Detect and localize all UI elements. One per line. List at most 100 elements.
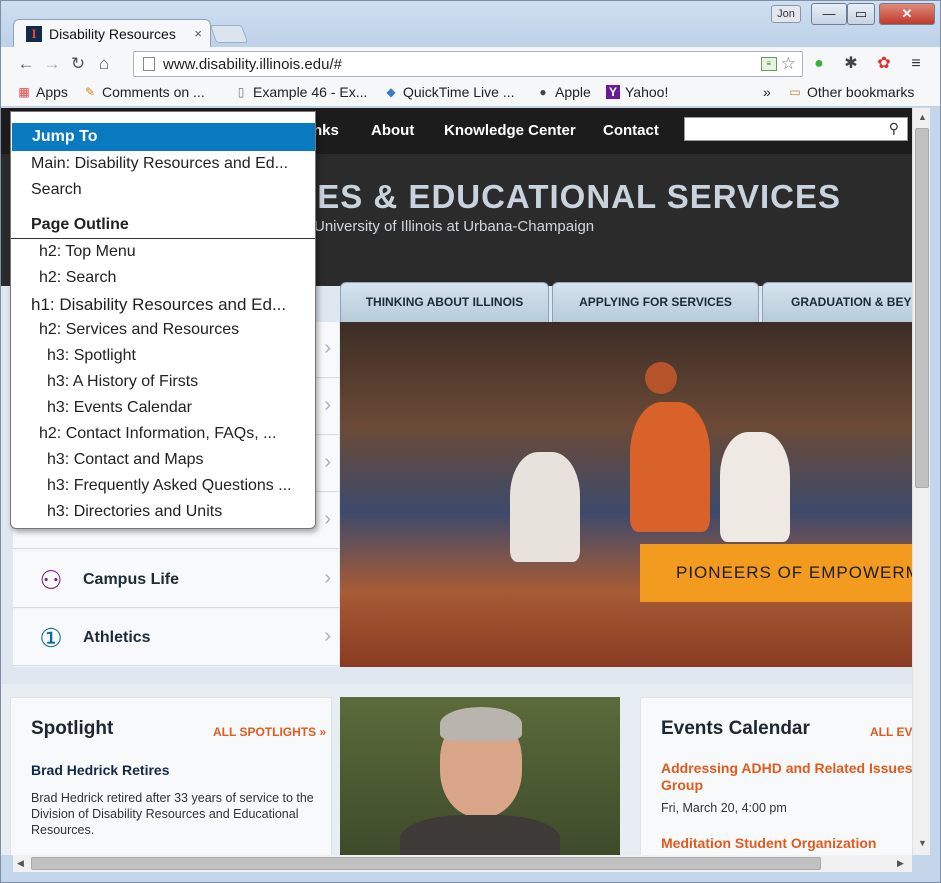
tab-applying-for-services[interactable]: APPLYING FOR SERVICES <box>552 282 759 322</box>
folder-icon: ▭ <box>789 85 801 99</box>
tab-thinking-about-illinois[interactable]: THINKING ABOUT ILLINOIS <box>340 282 549 322</box>
address-bar[interactable]: www.disability.illinois.edu/# ≡ ☆ <box>133 51 803 77</box>
bookmark-label: Yahoo! <box>625 84 669 100</box>
all-events-link[interactable]: ALL EV <box>870 725 912 739</box>
chevron-right-icon: › <box>324 567 331 589</box>
search-icon[interactable]: ⚲ <box>889 120 899 137</box>
reload-icon[interactable]: ↻ <box>65 54 91 74</box>
outline-item[interactable]: h2: Services and Resources <box>39 321 239 339</box>
extension-balloon-icon[interactable]: ● <box>809 54 829 74</box>
apps-grid-icon: ▦ <box>18 85 30 99</box>
event-title-link[interactable]: Meditation Student Organization <box>661 835 912 852</box>
scroll-down-icon[interactable]: ▼ <box>918 838 927 848</box>
event-title-link[interactable]: Addressing ADHD and Related Issues Group <box>661 760 912 794</box>
nav-about[interactable]: About <box>371 122 414 139</box>
bookmarks-overflow[interactable]: » <box>763 84 771 100</box>
bookmarks-bar: ▦ Apps ✎ Comments on ... ▯ Example 46 - Ex.… <box>1 81 940 107</box>
page-icon: ▯ <box>237 85 245 99</box>
bookmark-label: Comments on ... <box>102 84 205 100</box>
outline-item[interactable]: h3: Frequently Asked Questions ... <box>47 477 292 495</box>
bookmark-star-icon[interactable]: ☆ <box>781 54 796 74</box>
jump-main-item[interactable]: Main: Disability Resources and Ed... <box>31 155 288 173</box>
page-icon <box>143 57 155 71</box>
hero-tabs: THINKING ABOUT ILLINOIS APPLYING FOR SER… <box>340 282 912 322</box>
bookmark-label: Apple <box>555 84 591 100</box>
portrait-hair <box>440 707 522 741</box>
hero-banner[interactable]: PIONEERS OF EMPOWERM <box>640 544 912 602</box>
outline-item[interactable]: h3: Directories and Units <box>47 503 222 521</box>
nav-knowledge-center[interactable]: Knowledge Center <box>444 122 576 139</box>
forward-arrow-icon[interactable]: → <box>39 54 65 74</box>
close-window-button[interactable]: ✕ <box>879 3 935 25</box>
portrait-suit <box>400 815 560 855</box>
extension-bug-icon[interactable]: ✱ <box>841 54 861 74</box>
user-profile-button[interactable]: Jon <box>771 5 801 23</box>
player <box>510 452 580 562</box>
menu-hamburger-icon[interactable]: ≡ <box>906 54 926 74</box>
minimize-button[interactable]: — <box>811 3 847 25</box>
outline-item[interactable]: h2: Search <box>39 269 116 287</box>
events-card: Events Calendar ALL EV Addressing ADHD a… <box>640 697 912 855</box>
maximize-button[interactable]: ▭ <box>847 3 875 25</box>
outline-item[interactable]: h3: A History of Firsts <box>47 373 198 391</box>
jump-to-header[interactable]: Jump To <box>12 123 315 151</box>
back-arrow-icon[interactable]: ← <box>13 54 39 74</box>
horizontal-scrollbar[interactable]: ◀ ▶ <box>13 855 912 872</box>
sidebar-item-label: Athletics <box>83 629 151 646</box>
sidebar-item-campus-life[interactable]: ⚇ Campus Life › <box>13 552 339 608</box>
url-text: www.disability.illinois.edu/# <box>163 55 342 73</box>
outline-item[interactable]: h2: Top Menu <box>39 243 136 261</box>
vertical-scroll-thumb[interactable] <box>915 128 929 488</box>
bookmark-apple[interactable]: ● Apple <box>536 84 591 100</box>
browser-tab[interactable]: I Disability Resources × <box>13 19 211 47</box>
scroll-left-icon[interactable]: ◀ <box>17 858 24 869</box>
jump-search-item[interactable]: Search <box>31 181 82 199</box>
outline-item[interactable]: h2: Contact Information, FAQs, ... <box>39 425 276 443</box>
chevron-right-icon: › <box>324 625 331 647</box>
chevron-right-icon: › <box>324 508 331 530</box>
bookmark-yahoo[interactable]: Y Yahoo! <box>606 84 668 100</box>
tab-title: Disability Resources <box>49 25 176 42</box>
sidebar-item-athletics[interactable]: ① Athletics › <box>13 610 339 666</box>
bookmark-apps[interactable]: ▦ Apps <box>17 84 68 100</box>
events-heading: Events Calendar <box>661 718 810 739</box>
bookmark-comments[interactable]: ✎ Comments on ... <box>83 84 205 100</box>
tab-graduation[interactable]: GRADUATION & BEY <box>762 282 912 322</box>
bookmark-label: QuickTime Live ... <box>403 84 515 100</box>
site-search-input[interactable]: ⚲ <box>684 117 908 141</box>
scroll-right-icon[interactable]: ▶ <box>897 858 904 869</box>
new-tab-button[interactable] <box>209 25 249 43</box>
rss-icon[interactable]: ≡ <box>760 57 777 71</box>
event-date: Fri, March 20, 4:00 pm <box>661 801 787 815</box>
spotlight-heading: Spotlight <box>31 718 114 739</box>
page-outline-header: Page Outline <box>31 216 129 233</box>
extension-color-icon[interactable]: ✿ <box>874 54 894 74</box>
outline-item[interactable]: h1: Disability Resources and Ed... <box>31 295 286 315</box>
spotlight-headline-link[interactable]: Brad Hedrick Retires <box>31 762 170 778</box>
tab-close-icon[interactable]: × <box>194 26 202 41</box>
divider <box>11 238 315 239</box>
yahoo-icon: Y <box>606 85 620 99</box>
jump-to-popup: Jump To Main: Disability Resources and E… <box>10 111 316 529</box>
bookmark-example46[interactable]: ▯ Example 46 - Ex... <box>234 84 368 100</box>
bookmark-page-icon: ✎ <box>84 85 96 99</box>
all-spotlights-link[interactable]: ALL SPOTLIGHTS » <box>213 725 326 739</box>
scroll-up-icon[interactable]: ▲ <box>918 112 927 122</box>
bookmark-label: Apps <box>36 84 68 100</box>
outline-item[interactable]: h3: Contact and Maps <box>47 451 204 469</box>
nav-contact[interactable]: Contact <box>603 122 659 139</box>
other-bookmarks[interactable]: ▭ Other bookmarks <box>788 84 914 100</box>
bookmark-quicktime[interactable]: ◆ QuickTime Live ... <box>384 84 515 100</box>
vertical-scrollbar[interactable]: ▲ ▼ <box>912 108 930 855</box>
outline-item[interactable]: h3: Events Calendar <box>47 399 192 417</box>
athletics-medal-icon: ① <box>39 623 63 653</box>
outline-item[interactable]: h3: Spotlight <box>47 347 136 365</box>
nav-links[interactable]: nks <box>313 122 339 139</box>
spotlight-body: Brad Hedrick retired after 33 years of s… <box>31 791 314 837</box>
horizontal-scroll-thumb[interactable] <box>31 857 821 870</box>
bookmark-label: Example 46 - Ex... <box>253 84 368 100</box>
home-icon[interactable]: ⌂ <box>91 54 117 74</box>
illinois-favicon-icon: I <box>26 25 42 42</box>
chevron-right-icon: › <box>324 337 331 359</box>
campus-life-icon: ⚇ <box>39 565 63 595</box>
